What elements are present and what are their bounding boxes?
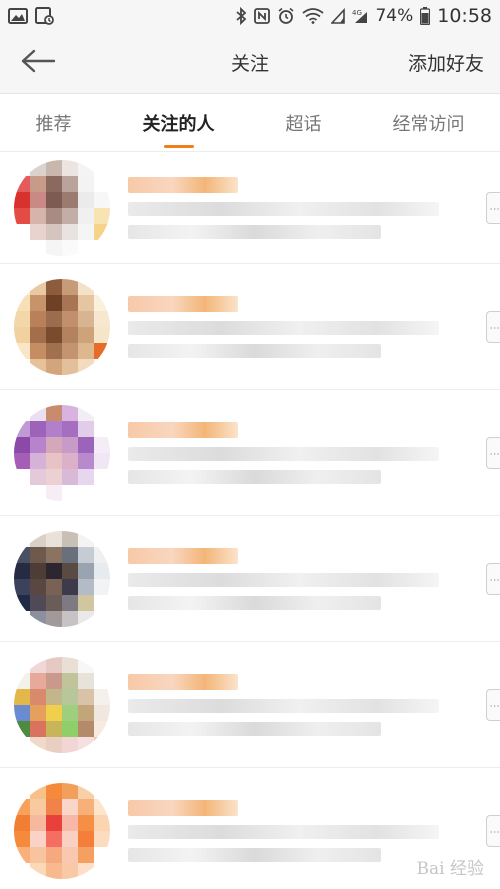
clock: 10:58 bbox=[437, 5, 492, 27]
list-item[interactable]: ⋮ bbox=[0, 152, 500, 264]
nfc-icon bbox=[254, 8, 271, 24]
follow-status-button[interactable]: ⋮ bbox=[486, 688, 500, 721]
follow-status-button[interactable]: ⋮ bbox=[486, 562, 500, 595]
tab-frequently-visited[interactable]: 经常访问 bbox=[387, 102, 471, 144]
avatar[interactable] bbox=[14, 404, 110, 501]
username-blurred bbox=[128, 421, 238, 438]
list-item[interactable]: ⋮ bbox=[0, 642, 500, 768]
user-info bbox=[128, 421, 490, 484]
tab-bar: 推荐 关注的人 超话 经常访问 bbox=[0, 94, 500, 152]
avatar[interactable] bbox=[14, 782, 110, 879]
following-list: ⋮ ⋮ ⋮ ⋮ ⋮ ⋮ bbox=[0, 152, 500, 889]
svg-text:4G: 4G bbox=[352, 9, 362, 17]
tab-recommended[interactable]: 推荐 bbox=[30, 102, 78, 144]
latest-post-blurred bbox=[128, 721, 382, 736]
more-icon: ⋮ bbox=[488, 574, 500, 583]
list-item[interactable]: ⋮ bbox=[0, 390, 500, 516]
watermark: Bai 经验 bbox=[416, 859, 484, 879]
more-icon: ⋮ bbox=[488, 700, 500, 709]
more-icon: ⋮ bbox=[488, 322, 500, 331]
bio-blurred bbox=[128, 572, 440, 587]
username-blurred bbox=[128, 673, 238, 690]
latest-post-blurred bbox=[128, 343, 382, 358]
status-bar: 4G 74% 10:58 bbox=[0, 0, 500, 32]
bio-blurred bbox=[128, 320, 440, 335]
list-item[interactable]: ⋮ bbox=[0, 264, 500, 390]
follow-status-button[interactable]: ⋮ bbox=[486, 814, 500, 847]
tab-following[interactable]: 关注的人 bbox=[137, 102, 221, 144]
bio-blurred bbox=[128, 698, 440, 713]
avatar[interactable] bbox=[14, 656, 110, 753]
bio-blurred bbox=[128, 824, 440, 839]
bio-blurred bbox=[128, 201, 440, 216]
nav-header: 关注 添加好友 bbox=[0, 32, 500, 94]
avatar[interactable] bbox=[14, 530, 110, 627]
back-button[interactable] bbox=[20, 43, 60, 83]
add-friend-button[interactable]: 添加好友 bbox=[408, 49, 484, 76]
latest-post-blurred bbox=[128, 595, 382, 610]
image-icon bbox=[8, 8, 28, 24]
username-blurred bbox=[128, 799, 238, 816]
username-blurred bbox=[128, 547, 238, 564]
wifi-icon bbox=[302, 8, 324, 24]
user-info bbox=[128, 547, 490, 610]
more-icon: ⋮ bbox=[488, 826, 500, 835]
bio-blurred bbox=[128, 446, 440, 461]
avatar[interactable] bbox=[14, 159, 110, 256]
battery-icon bbox=[420, 7, 431, 25]
follow-status-button[interactable]: ⋮ bbox=[486, 191, 500, 224]
user-info bbox=[128, 673, 490, 736]
user-info bbox=[128, 295, 490, 358]
user-info bbox=[128, 799, 490, 862]
user-info bbox=[128, 176, 490, 239]
battery-percent: 74% bbox=[375, 6, 414, 26]
latest-post-blurred bbox=[128, 847, 382, 862]
tab-super-topics[interactable]: 超话 bbox=[280, 102, 328, 144]
back-arrow-icon bbox=[20, 49, 56, 77]
username-blurred bbox=[128, 176, 238, 193]
follow-status-button[interactable]: ⋮ bbox=[486, 310, 500, 343]
gallery-lock-icon bbox=[35, 7, 55, 25]
signal-icon bbox=[331, 8, 346, 24]
alarm-icon bbox=[277, 7, 295, 25]
username-blurred bbox=[128, 295, 238, 312]
avatar[interactable] bbox=[14, 278, 110, 375]
follow-status-button[interactable]: ⋮ bbox=[486, 436, 500, 469]
latest-post-blurred bbox=[128, 224, 382, 239]
lte-signal-icon: 4G bbox=[352, 8, 368, 24]
list-item[interactable]: ⋮ bbox=[0, 516, 500, 642]
more-icon: ⋮ bbox=[488, 203, 500, 212]
bluetooth-icon bbox=[235, 7, 247, 25]
more-icon: ⋮ bbox=[488, 448, 500, 457]
latest-post-blurred bbox=[128, 469, 382, 484]
